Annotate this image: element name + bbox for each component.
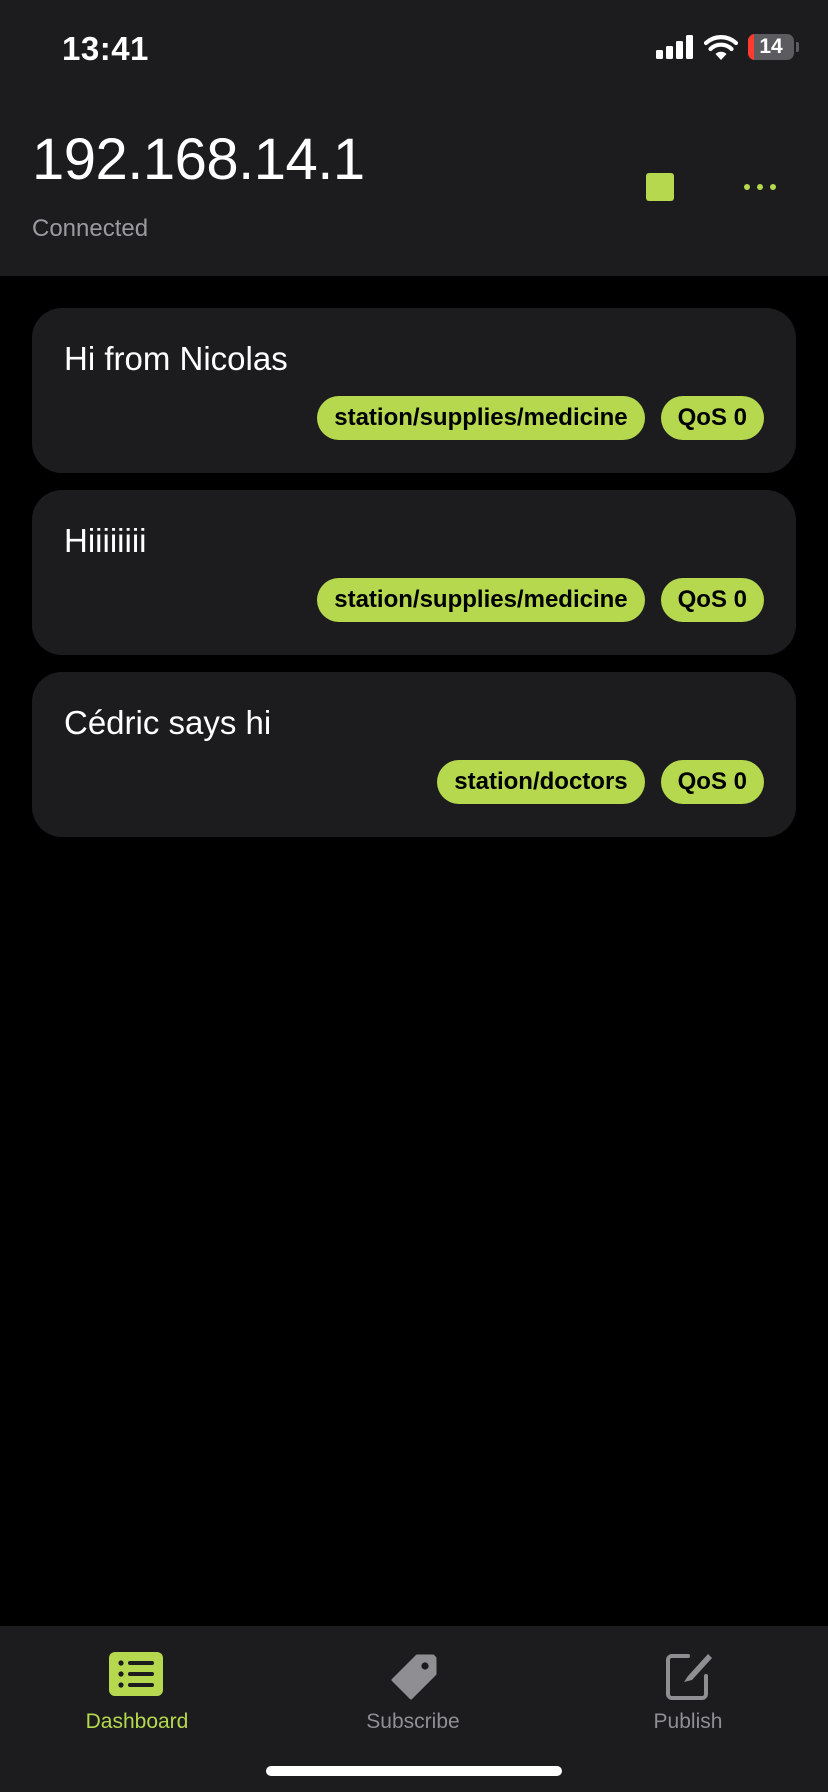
list-icon — [109, 1652, 163, 1696]
message-text: Hi from Nicolas — [64, 340, 288, 377]
tab-label: Subscribe — [366, 1710, 460, 1733]
cellular-signal-icon — [656, 35, 693, 59]
message-card[interactable]: Hi from Nicolas station/supplies/medicin… — [32, 308, 796, 473]
tag-icon — [391, 1654, 437, 1700]
tab-publish[interactable]: Publish — [588, 1638, 788, 1738]
qos-badge: QoS 0 — [660, 760, 764, 804]
compose-icon — [666, 1654, 712, 1700]
more-icon[interactable] — [736, 168, 784, 206]
battery-icon: 14 — [748, 34, 799, 60]
status-bar: 13:41 14 — [0, 0, 828, 100]
status-icons: 14 — [656, 34, 799, 60]
message-card[interactable]: Hiiiiiiii station/supplies/medicine QoS … — [32, 490, 796, 655]
home-indicator[interactable] — [266, 1766, 562, 1776]
header: 13:41 14 192.168.14.1 Connected — [0, 0, 828, 276]
topic-badge: station/doctors — [437, 760, 645, 804]
topic-badge: station/supplies/medicine — [317, 578, 645, 622]
battery-level: 14 — [759, 35, 783, 58]
stop-icon[interactable] — [646, 173, 674, 201]
page-title: 192.168.14.1 — [32, 127, 365, 192]
tab-label: Publish — [653, 1710, 723, 1733]
message-text: Hiiiiiiii — [64, 522, 147, 559]
qos-badge: QoS 0 — [660, 396, 764, 440]
wifi-icon — [704, 35, 738, 60]
message-list: Hi from Nicolas station/supplies/medicin… — [32, 308, 796, 854]
tab-label: Dashboard — [85, 1710, 189, 1733]
message-text: Cédric says hi — [64, 704, 272, 741]
message-card[interactable]: Cédric says hi station/doctors QoS 0 — [32, 672, 796, 837]
tab-subscribe[interactable]: Subscribe — [313, 1638, 513, 1738]
message-tags: station/supplies/medicine QoS 0 — [317, 396, 764, 440]
connection-status: Connected — [32, 215, 149, 242]
status-time: 13:41 — [62, 30, 149, 67]
message-tags: station/doctors QoS 0 — [437, 760, 764, 804]
tab-bar: Dashboard Subscribe Publish — [0, 1626, 828, 1792]
message-tags: station/supplies/medicine QoS 0 — [317, 578, 764, 622]
tab-dashboard[interactable]: Dashboard — [37, 1638, 237, 1738]
topic-badge: station/supplies/medicine — [317, 396, 645, 440]
qos-badge: QoS 0 — [660, 578, 764, 622]
